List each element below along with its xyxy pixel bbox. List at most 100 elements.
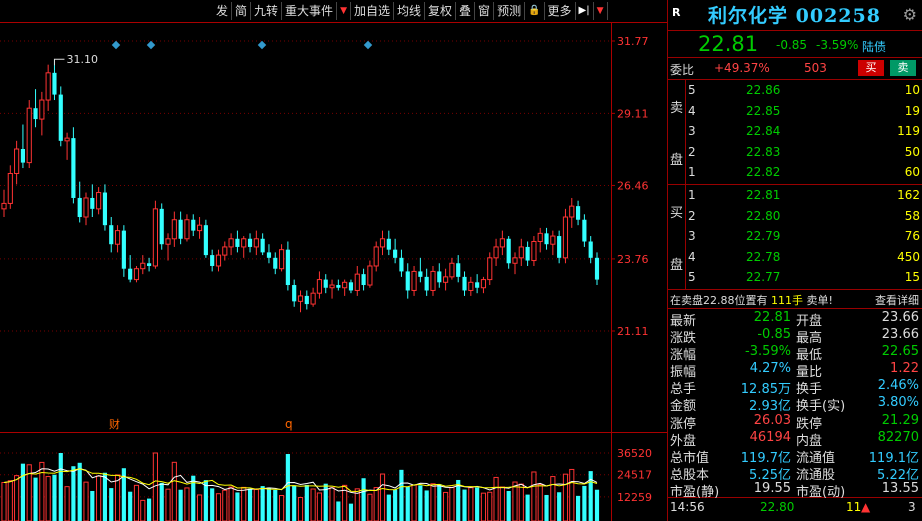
candle-body [140, 262, 146, 270]
candle-body [393, 249, 398, 258]
volume-bar [348, 503, 354, 521]
candle-body [26, 107, 32, 164]
candle-body [544, 233, 549, 245]
volume-bar [159, 482, 164, 521]
btn-jiuzhuan[interactable]: 九转 [251, 2, 283, 20]
level-qty: 19 [904, 103, 920, 118]
btn-forecast[interactable]: 预测 [494, 2, 526, 20]
candle-body [456, 263, 461, 277]
level-qty: 50 [904, 144, 920, 159]
gear-icon[interactable]: ⚙ [903, 5, 917, 24]
buy-button[interactable]: 买 [858, 60, 884, 76]
stat-row: 涨跌 -0.85 最高 23.66 [668, 326, 922, 346]
tick-time: 14:56 [670, 500, 705, 515]
candle-body [575, 206, 581, 220]
candle-body [582, 219, 587, 242]
sell-level-row[interactable]: 5 22.86 10 [686, 80, 922, 101]
btn-jian[interactable]: 简 [232, 2, 252, 20]
btn-add-fav[interactable]: 加自选 [351, 2, 394, 20]
sell-button[interactable]: 卖 [890, 60, 916, 76]
candle-body [462, 276, 467, 291]
candle-body [342, 281, 348, 289]
stat-value: 2.46% [877, 378, 919, 394]
candle-body [468, 281, 474, 291]
btn-ma[interactable]: 均线 [394, 2, 426, 20]
candle-body [128, 268, 133, 280]
candle-body [215, 254, 222, 267]
volume-bar [39, 461, 45, 521]
caret-down-icon[interactable]: ▼ [594, 2, 608, 20]
sell-level-row[interactable]: 1 22.82 60 [686, 162, 922, 183]
q-marker: q [285, 417, 293, 431]
btn-window[interactable]: 窗 [475, 2, 495, 20]
stat-value: 1.22 [890, 361, 919, 377]
volume-bar [133, 484, 140, 521]
level-qty: 162 [897, 188, 920, 202]
btn-more[interactable]: 更多 [545, 2, 576, 20]
candle-body [443, 276, 449, 283]
buy-level-row[interactable]: 4 22.78 450 [686, 247, 922, 268]
stat-row: 总手 12.85万 换手 2.46% [668, 377, 922, 397]
volume-bar [386, 494, 391, 521]
last-price: 22.81 [698, 32, 759, 56]
candle-body [405, 271, 410, 291]
lugu-tag[interactable]: 陆债 [862, 38, 886, 55]
stat-value: 26.03 [753, 412, 791, 428]
finance-marker: 财 [109, 417, 120, 431]
volume-bar [83, 481, 89, 521]
tick-qty: 11 [846, 500, 862, 515]
candle-body [386, 238, 391, 250]
volume-bar [165, 488, 171, 521]
volume-bar [373, 487, 379, 521]
stat-value: -0.85 [757, 327, 791, 343]
end-icon[interactable]: ▶| [576, 2, 594, 20]
chart-canvas[interactable]: 31.77 29.11 26.46 23.76 21.11 36520 24517 12259… [0, 0, 668, 521]
volume-bar [487, 491, 493, 521]
kline-chart[interactable]: 31.77 29.11 26.46 23.76 21.11 36520 24517 12259… [0, 0, 668, 521]
sell-level-row[interactable]: 4 22.85 19 [686, 101, 922, 122]
volume-bar [379, 473, 386, 521]
big-order-notice: 在卖盘22.88位置有 111手 卖单! 查看详细 [668, 290, 922, 309]
btn-fa[interactable]: 发 [213, 2, 233, 20]
caret-down-icon[interactable]: ▼ [337, 2, 351, 20]
volume-bar [228, 486, 234, 521]
candle-body [52, 72, 57, 95]
candle-body [361, 274, 366, 286]
btn-major-events[interactable]: 重大事件 [282, 2, 338, 20]
volume-bar [253, 489, 259, 521]
buy-level-row[interactable]: 1 22.81 162 [686, 185, 922, 206]
volume-bar [178, 489, 183, 521]
sell-side-char: 盘 [669, 152, 683, 168]
candle-body [83, 197, 89, 218]
level-num: 3 [688, 124, 696, 139]
sell-level-row[interactable]: 3 22.84 119 [686, 121, 922, 142]
btn-fuquan[interactable]: 复权 [425, 2, 457, 20]
buy-level-row[interactable]: 5 22.77 15 [686, 267, 922, 288]
volume-bar [506, 490, 511, 521]
volume-bar [1, 481, 7, 521]
stat-value: 22.81 [753, 310, 791, 325]
buy-level-row[interactable]: 2 22.80 58 [686, 206, 922, 227]
volume-bar [71, 466, 76, 521]
r-badge: R [672, 6, 681, 19]
stock-name-code[interactable]: 利尔化学 002258 [708, 1, 881, 28]
volume-bar [493, 476, 499, 521]
volume-bar [424, 490, 429, 521]
volume-bar [278, 495, 285, 521]
event-marker [257, 40, 267, 50]
volume-bar [203, 480, 208, 521]
lock-icon[interactable]: 🔒 [525, 2, 545, 20]
stat-row: 最新 22.81 开盘 23.66 [668, 309, 922, 329]
volume-bar [329, 487, 335, 521]
level-qty: 58 [904, 208, 920, 223]
candle-body [550, 235, 556, 245]
sell-level-row[interactable]: 2 22.83 50 [686, 142, 922, 163]
candle-body [336, 285, 341, 288]
view-detail-link[interactable]: 查看详细 [875, 292, 919, 308]
btn-overlay[interactable]: 叠 [456, 2, 476, 20]
buy-level-row[interactable]: 3 22.79 76 [686, 226, 922, 247]
level-num: 2 [688, 144, 696, 159]
weibi-label: 委比 [670, 63, 695, 77]
candle-body [418, 271, 423, 277]
stat-value: 23.66 [881, 310, 919, 325]
